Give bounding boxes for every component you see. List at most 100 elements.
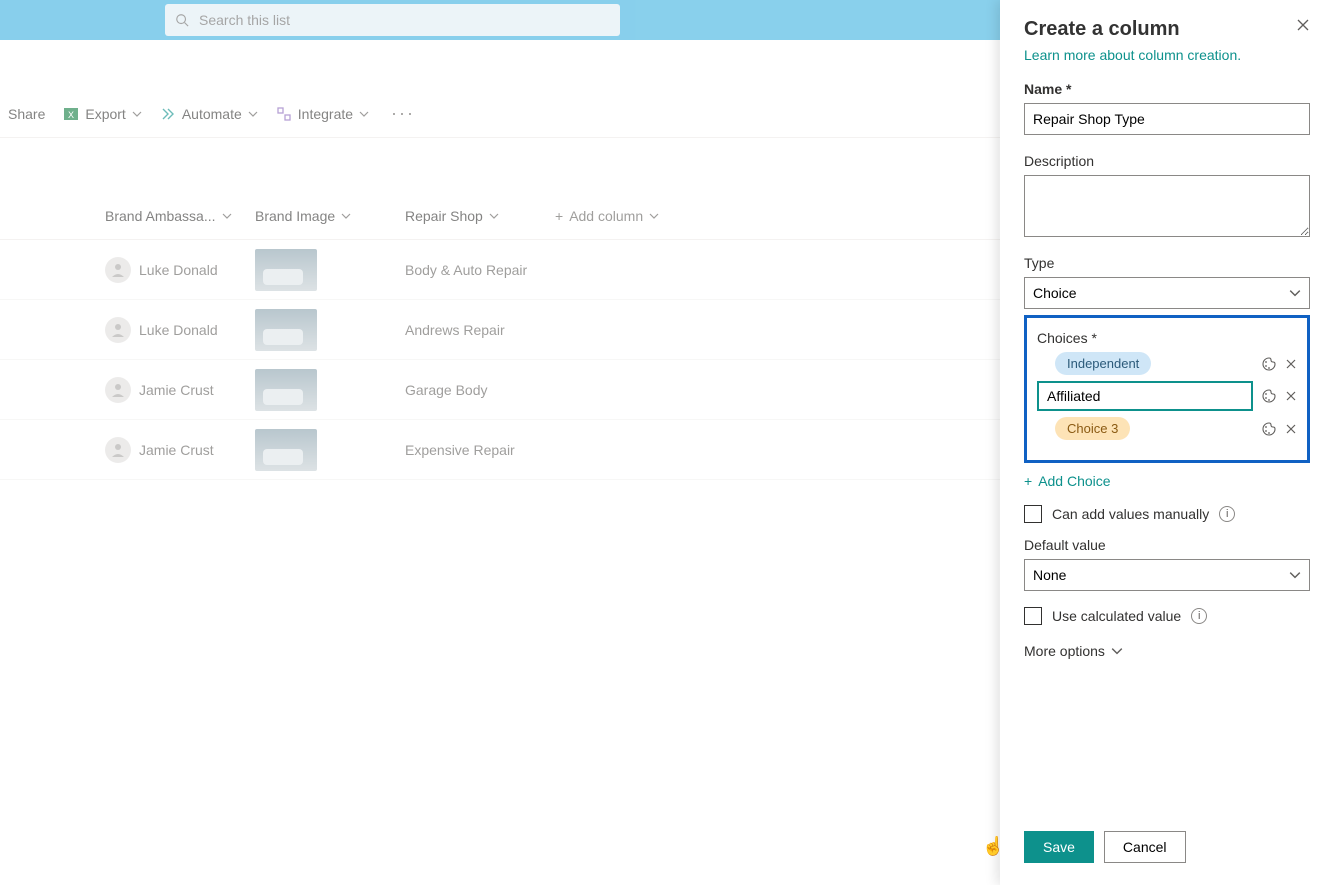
palette-icon <box>1261 421 1277 437</box>
plus-icon: + <box>1024 473 1032 489</box>
choice-row: Choice 3 <box>1037 417 1297 440</box>
image-thumbnail[interactable] <box>255 249 317 291</box>
add-choice-button[interactable]: + Add Choice <box>1024 473 1310 489</box>
repair-shop-cell: Expensive Repair <box>405 442 555 458</box>
flow-icon <box>160 106 176 122</box>
search-icon <box>175 13 189 27</box>
image-thumbnail[interactable] <box>255 429 317 471</box>
person-icon <box>110 262 126 278</box>
default-value-dropdown[interactable]: None <box>1024 559 1310 591</box>
info-icon[interactable]: i <box>1219 506 1235 522</box>
choice-row <box>1037 381 1297 411</box>
chevron-down-icon <box>341 211 351 221</box>
palette-icon <box>1261 356 1277 372</box>
add-column-button[interactable]: + Add column <box>555 208 715 224</box>
export-button[interactable]: X Export <box>63 106 141 122</box>
palette-button[interactable] <box>1261 356 1277 372</box>
avatar <box>105 377 131 403</box>
palette-icon <box>1261 388 1277 404</box>
col-brand-image[interactable]: Brand Image <box>255 208 405 224</box>
col-label: Brand Ambassa... <box>105 208 216 224</box>
close-icon <box>1285 358 1297 370</box>
person-name: Jamie Crust <box>139 382 214 398</box>
save-button[interactable]: Save <box>1024 831 1094 863</box>
col-repair-shop[interactable]: Repair Shop <box>405 208 555 224</box>
close-icon <box>1285 390 1297 402</box>
name-label: Name <box>1024 81 1310 97</box>
repair-shop-cell: Andrews Repair <box>405 322 555 338</box>
more-button[interactable]: ··· <box>387 103 419 124</box>
remove-choice-button[interactable] <box>1285 390 1297 402</box>
more-options-toggle[interactable]: More options <box>1024 643 1310 659</box>
person-cell: Jamie Crust <box>105 437 255 463</box>
share-button[interactable]: Share <box>8 106 45 122</box>
close-icon <box>1296 18 1310 32</box>
palette-button[interactable] <box>1261 388 1277 404</box>
plus-icon: + <box>555 208 563 224</box>
palette-button[interactable] <box>1261 421 1277 437</box>
type-value: Choice <box>1033 285 1077 301</box>
search-placeholder: Search this list <box>199 12 290 28</box>
avatar <box>105 317 131 343</box>
avatar <box>105 437 131 463</box>
choices-section: Choices Independent Choice 3 <box>1024 315 1310 463</box>
manual-values-checkbox[interactable] <box>1024 505 1042 523</box>
choice-row: Independent <box>1037 352 1297 375</box>
create-column-panel: Create a column Learn more about column … <box>1000 0 1328 885</box>
chevron-down-icon <box>649 211 659 221</box>
description-label: Description <box>1024 153 1310 169</box>
col-brand-ambassador[interactable]: Brand Ambassa... <box>105 208 255 224</box>
choice-pill[interactable]: Independent <box>1055 352 1151 375</box>
manual-values-label: Can add values manually <box>1052 506 1209 522</box>
chevron-down-icon <box>222 211 232 221</box>
chevron-down-icon <box>248 109 258 119</box>
automate-button[interactable]: Automate <box>160 106 258 122</box>
close-button[interactable] <box>1296 18 1310 37</box>
image-thumbnail[interactable] <box>255 369 317 411</box>
calculated-value-checkbox-row: Use calculated value i <box>1024 607 1310 625</box>
chevron-down-icon <box>1289 569 1301 581</box>
description-input[interactable] <box>1024 175 1310 237</box>
close-icon <box>1285 423 1297 435</box>
remove-choice-button[interactable] <box>1285 358 1297 370</box>
type-label: Type <box>1024 255 1310 271</box>
person-icon <box>110 442 126 458</box>
person-name: Luke Donald <box>139 262 218 278</box>
search-input[interactable]: Search this list <box>165 4 620 36</box>
avatar <box>105 257 131 283</box>
panel-title: Create a column <box>1024 18 1180 41</box>
excel-icon: X <box>63 106 79 122</box>
chevron-down-icon <box>1111 645 1123 657</box>
repair-shop-cell: Garage Body <box>405 382 555 398</box>
calculated-value-checkbox[interactable] <box>1024 607 1042 625</box>
choice-pill[interactable]: Choice 3 <box>1055 417 1130 440</box>
automate-label: Automate <box>182 106 242 122</box>
manual-values-checkbox-row: Can add values manually i <box>1024 505 1310 523</box>
repair-shop-cell: Body & Auto Repair <box>405 262 555 278</box>
choice-input[interactable] <box>1037 381 1253 411</box>
learn-more-link[interactable]: Learn more about column creation. <box>1024 47 1310 63</box>
panel-footer: Save Cancel <box>1024 813 1310 885</box>
remove-choice-button[interactable] <box>1285 423 1297 435</box>
default-value-text: None <box>1033 567 1066 583</box>
choices-label: Choices <box>1037 330 1297 346</box>
default-value-label: Default value <box>1024 537 1310 553</box>
image-thumbnail[interactable] <box>255 309 317 351</box>
col-label: Brand Image <box>255 208 335 224</box>
add-choice-label: Add Choice <box>1038 473 1110 489</box>
type-dropdown[interactable]: Choice <box>1024 277 1310 309</box>
cancel-button[interactable]: Cancel <box>1104 831 1186 863</box>
name-input[interactable] <box>1024 103 1310 135</box>
col-label: Repair Shop <box>405 208 483 224</box>
person-cell: Luke Donald <box>105 317 255 343</box>
integrate-button[interactable]: Integrate <box>276 106 369 122</box>
export-label: Export <box>85 106 125 122</box>
share-label: Share <box>8 106 45 122</box>
person-cell: Jamie Crust <box>105 377 255 403</box>
info-icon[interactable]: i <box>1191 608 1207 624</box>
chevron-down-icon <box>359 109 369 119</box>
person-icon <box>110 322 126 338</box>
more-options-label: More options <box>1024 643 1105 659</box>
add-column-label: Add column <box>569 208 643 224</box>
chevron-down-icon <box>489 211 499 221</box>
